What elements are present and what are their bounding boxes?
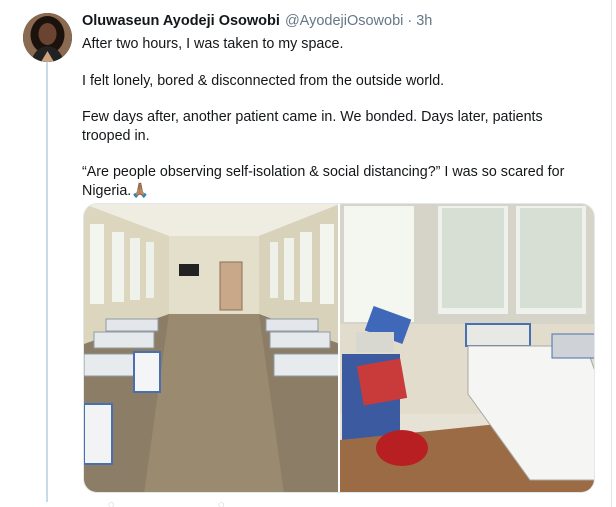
profile-avatar[interactable] — [23, 13, 72, 62]
reply-icon[interactable]: ◌ — [108, 500, 126, 507]
tweet-text: After two hours, I was taken to my space… — [82, 35, 592, 200]
tweet-paragraph-2: I felt lonely, bored & disconnected from… — [82, 72, 445, 89]
thread-connector-line — [46, 62, 48, 502]
tweet-timestamp[interactable]: 3h — [416, 12, 432, 31]
tweet-body: Oluwaseun Ayodeji Osowobi @AyodejiOsowob… — [82, 12, 592, 200]
header-separator: · — [407, 13, 413, 29]
like-icon[interactable]: ◌ — [218, 500, 236, 507]
tweet-header: Oluwaseun Ayodeji Osowobi @AyodejiOsowob… — [82, 12, 592, 31]
timeline-border — [611, 0, 612, 507]
tweet-media — [83, 203, 595, 493]
author-display-name[interactable]: Oluwaseun Ayodeji Osowobi — [82, 12, 280, 31]
tweet-paragraph-4: “Are people observing self-isolation & s… — [82, 164, 565, 199]
hospital-bed-photo[interactable] — [340, 204, 594, 492]
tweet-paragraph-3: Few days after, another patient came in.… — [82, 109, 543, 144]
author-handle[interactable]: @AyodejiOsowobi — [285, 12, 403, 31]
tweet-paragraph-1: After two hours, I was taken to my space… — [82, 36, 344, 52]
hospital-ward-photo[interactable] — [84, 204, 338, 492]
